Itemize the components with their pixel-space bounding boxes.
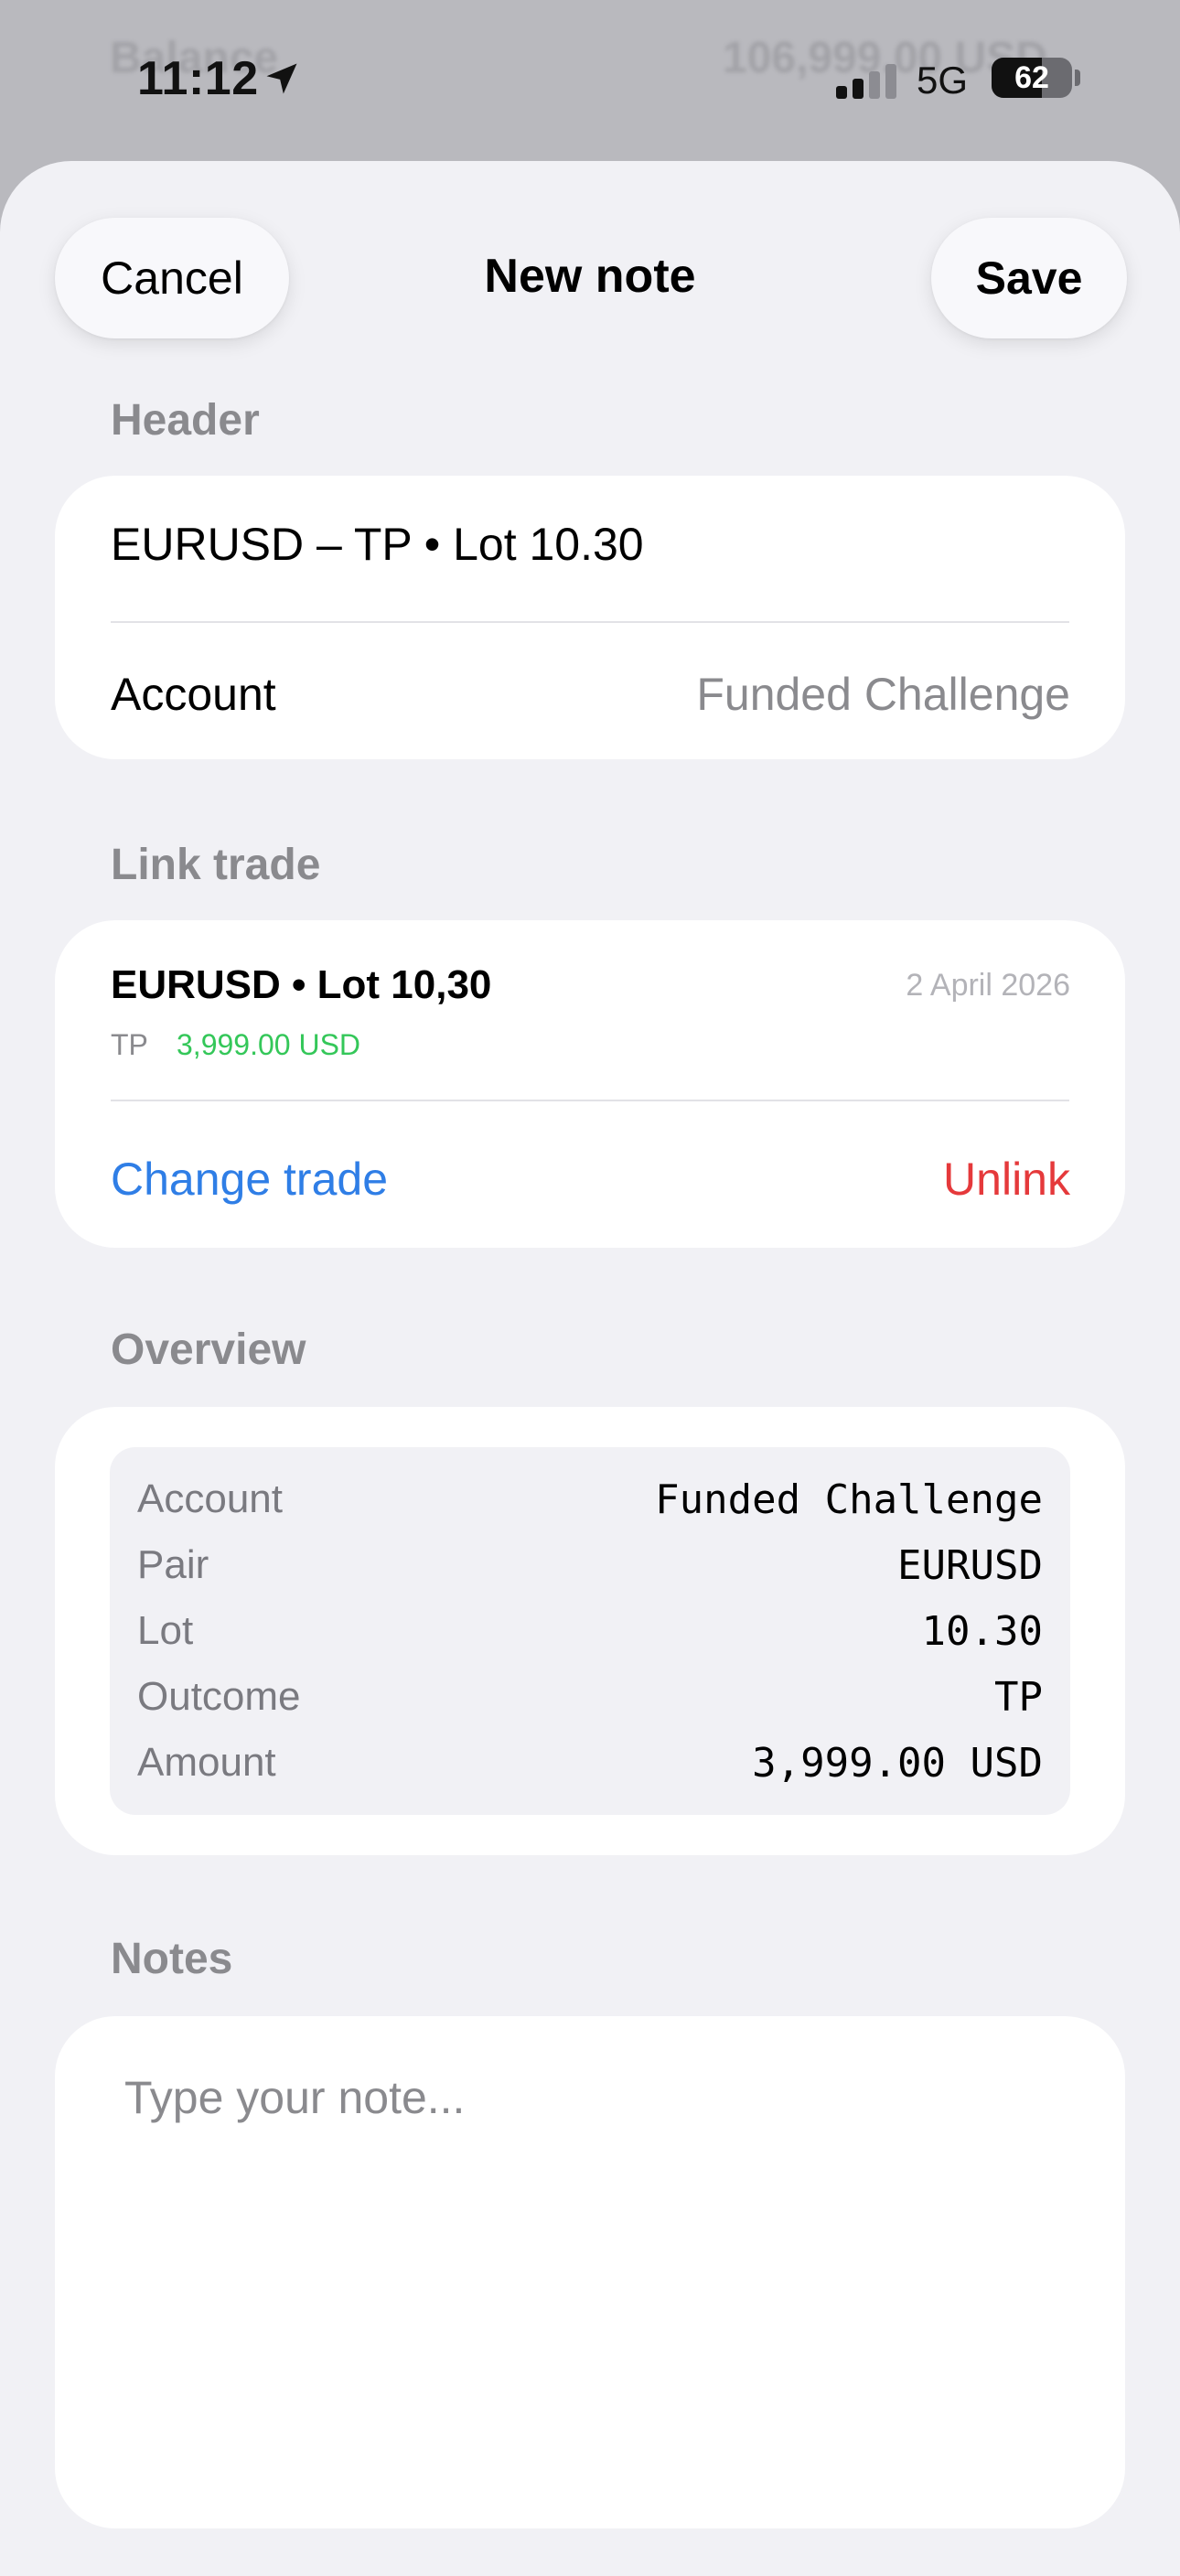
header-section-label: Header <box>111 396 260 445</box>
note-body-field[interactable] <box>124 2071 1057 2492</box>
network-type: 5G <box>917 59 969 102</box>
linked-trade-amount: 3,999.00 USD <box>177 1028 361 1061</box>
save-button[interactable]: Save <box>931 218 1127 338</box>
overview-label: Pair <box>137 1542 209 1587</box>
overview-row-amount: Amount 3,999.00 USD <box>110 1729 1070 1795</box>
overview-value: 10.30 <box>921 1608 1043 1655</box>
cellular-signal-icon <box>834 64 900 103</box>
status-bar: Balance 106,999.00 USD 11:12 5G 62 <box>0 0 1180 160</box>
account-value: Funded Challenge <box>696 669 1070 720</box>
overview-value: Funded Challenge <box>655 1476 1043 1523</box>
linked-trade-date: 2 April 2026 <box>906 968 1070 1003</box>
overview-label: Lot <box>137 1608 194 1653</box>
overview-label: Outcome <box>137 1674 301 1719</box>
link-trade-card: EURUSD • Lot 10,30 2 April 2026 TP 3,999… <box>55 920 1125 1248</box>
overview-row-outcome: Outcome TP <box>110 1663 1070 1729</box>
unlink-button[interactable]: Unlink <box>943 1153 1070 1206</box>
location-arrow-icon <box>262 59 302 103</box>
change-trade-button[interactable]: Change trade <box>111 1153 388 1206</box>
notes-card <box>55 2016 1125 2528</box>
new-note-sheet: Cancel New note Save Header Account Fund… <box>0 161 1180 2576</box>
battery-tip <box>1075 70 1080 86</box>
linked-trade-outcome: TP <box>111 1028 148 1061</box>
account-label: Account <box>111 669 276 720</box>
overview-row-pair: Pair EURUSD <box>110 1531 1070 1597</box>
overview-row-account: Account Funded Challenge <box>110 1465 1070 1531</box>
linked-trade-title: EURUSD • Lot 10,30 <box>111 962 492 1007</box>
overview-value: 3,999.00 USD <box>752 1740 1043 1787</box>
battery-percentage: 62 <box>1014 60 1049 95</box>
divider <box>111 1100 1069 1101</box>
overview-row-lot: Lot 10.30 <box>110 1597 1070 1663</box>
overview-value: EURUSD <box>897 1542 1043 1589</box>
overview-label: Account <box>137 1476 283 1521</box>
status-time: 11:12 <box>137 52 259 105</box>
overview-value: TP <box>994 1674 1043 1721</box>
battery-icon: 62 <box>992 58 1072 98</box>
overview-card: Account Funded Challenge Pair EURUSD Lot… <box>55 1407 1125 1855</box>
header-card: Account Funded Challenge <box>55 476 1125 759</box>
overview-summary: Account Funded Challenge Pair EURUSD Lot… <box>110 1447 1070 1815</box>
notes-section-label: Notes <box>111 1935 233 1983</box>
overview-section-label: Overview <box>111 1326 306 1374</box>
note-title-field[interactable] <box>111 518 1071 571</box>
account-selector[interactable]: Account Funded Challenge <box>55 622 1125 759</box>
overview-label: Amount <box>137 1740 276 1785</box>
link-trade-section-label: Link trade <box>111 841 321 889</box>
